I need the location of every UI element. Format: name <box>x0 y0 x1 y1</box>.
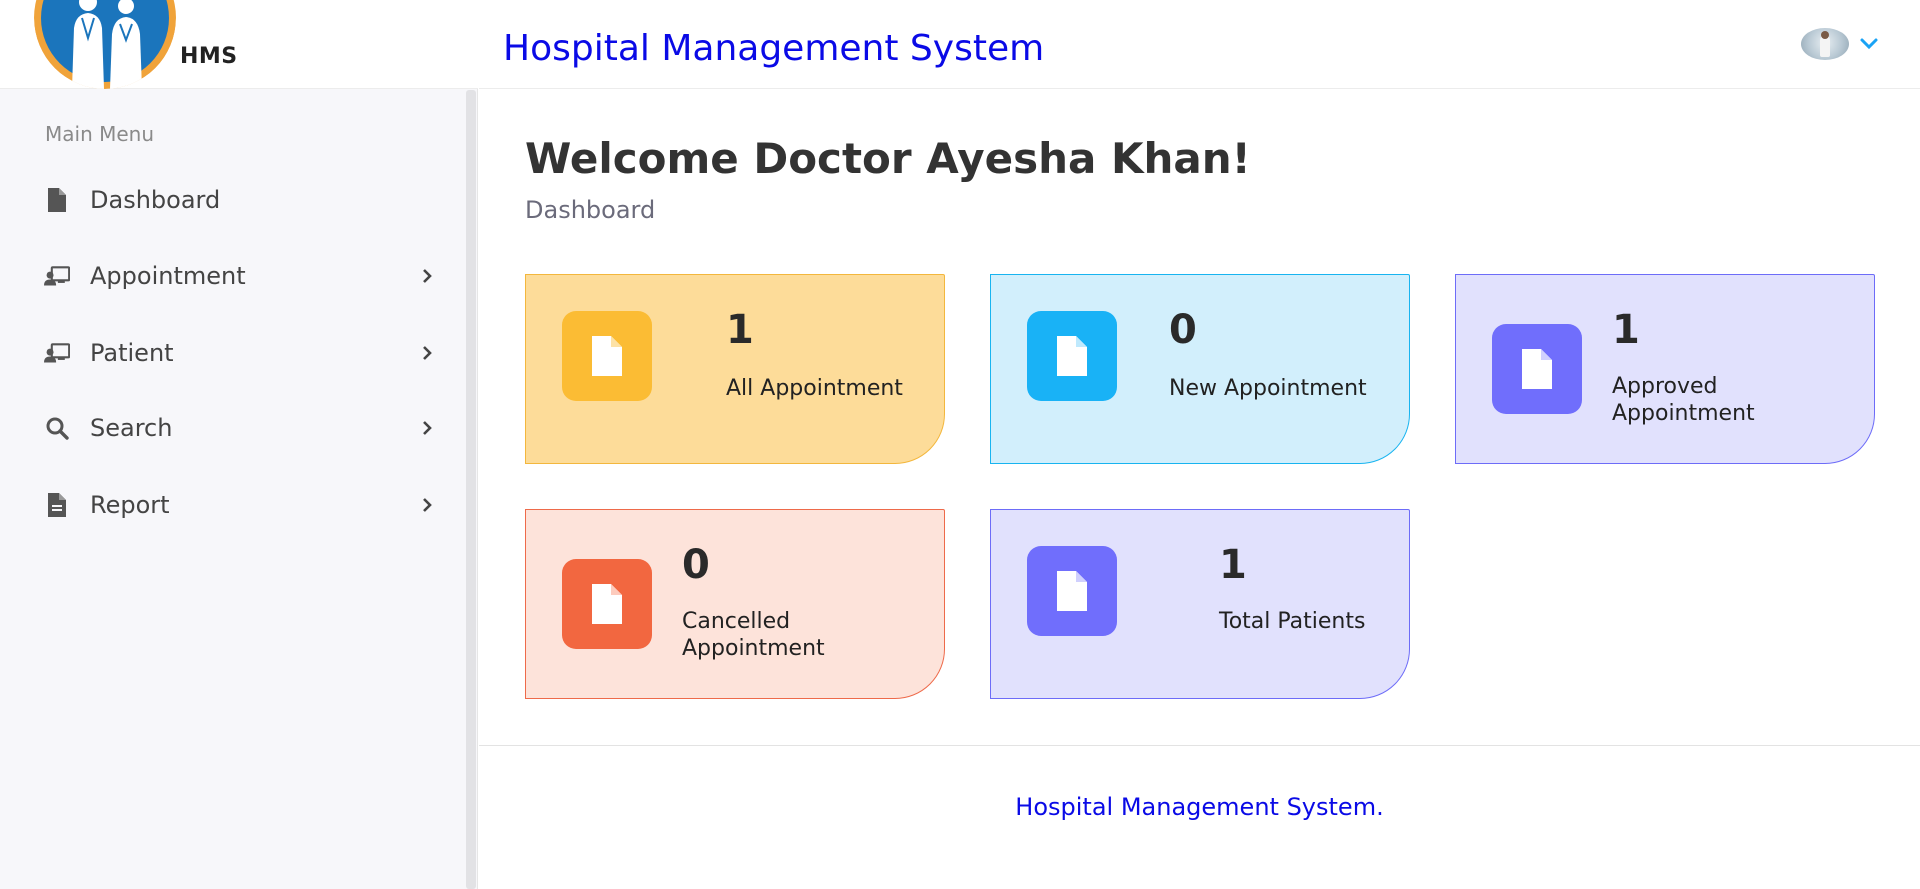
avatar-head <box>1821 31 1829 39</box>
sidebar-item-label: Report <box>90 491 170 519</box>
card-label-line1: Cancelled <box>682 609 791 634</box>
chevron-right-icon <box>418 419 436 437</box>
footer-text: Hospital Management System. <box>1015 793 1384 821</box>
file-icon <box>1027 546 1117 636</box>
stat-card-total-patients[interactable]: 1 Total Patients <box>990 509 1410 699</box>
footer-divider <box>479 745 1920 746</box>
card-label: New Appointment <box>1169 376 1367 401</box>
file-icon <box>562 559 652 649</box>
file-icon <box>562 311 652 401</box>
card-count: 0 <box>682 542 710 588</box>
card-label-line2: Appointment <box>1612 401 1755 426</box>
chevron-right-icon <box>418 344 436 362</box>
sidebar-item-dashboard[interactable]: Dashboard <box>0 170 460 230</box>
file-icon <box>44 187 70 213</box>
sidebar: HMS Main Menu Dashboard Appointment Pati… <box>0 0 478 889</box>
card-count: 1 <box>1219 542 1247 588</box>
sidebar-item-search[interactable]: Search <box>0 398 460 458</box>
top-header: Hospital Management System <box>479 0 1920 89</box>
file-icon <box>44 492 70 518</box>
stat-card-all-appointment[interactable]: 1 All Appointment <box>525 274 945 464</box>
sidebar-item-label: Appointment <box>90 262 246 290</box>
card-label-line2: Appointment <box>682 636 825 661</box>
sidebar-item-label: Search <box>90 414 173 442</box>
sidebar-item-label: Dashboard <box>90 186 221 214</box>
chevron-down-icon[interactable] <box>1859 36 1879 52</box>
card-label: Total Patients <box>1219 609 1366 634</box>
avatar[interactable] <box>1801 28 1849 60</box>
brand-name: HMS <box>180 44 238 69</box>
search-icon <box>44 415 70 441</box>
brand-header: HMS <box>0 0 478 89</box>
main-menu-title: Main Menu <box>45 122 155 146</box>
card-count: 1 <box>1612 307 1640 353</box>
sidebar-item-label: Patient <box>90 339 174 367</box>
stat-card-approved-appointment[interactable]: 1 Approved Appointment <box>1455 274 1875 464</box>
stat-card-cancelled-appointment[interactable]: 0 Cancelled Appointment <box>525 509 945 699</box>
card-count: 0 <box>1169 307 1197 353</box>
card-label-line1: Approved <box>1612 374 1718 399</box>
sidebar-item-patient[interactable]: Patient <box>0 323 460 383</box>
user-board-icon <box>44 340 70 366</box>
hospital-logo[interactable] <box>34 0 176 89</box>
card-label: All Appointment <box>726 376 903 401</box>
sidebar-item-appointment[interactable]: Appointment <box>0 246 460 306</box>
chevron-right-icon <box>418 496 436 514</box>
welcome-heading: Welcome Doctor Ayesha Khan! <box>525 134 1251 183</box>
stat-card-new-appointment[interactable]: 0 New Appointment <box>990 274 1410 464</box>
sidebar-item-report[interactable]: Report <box>0 475 460 535</box>
app-title: Hospital Management System <box>503 28 1045 69</box>
user-board-icon <box>44 263 70 289</box>
breadcrumb: Dashboard <box>525 196 656 224</box>
file-icon <box>1027 311 1117 401</box>
file-icon <box>1492 324 1582 414</box>
sidebar-scrollbar[interactable] <box>466 90 476 889</box>
card-count: 1 <box>726 307 754 353</box>
chevron-right-icon <box>418 267 436 285</box>
